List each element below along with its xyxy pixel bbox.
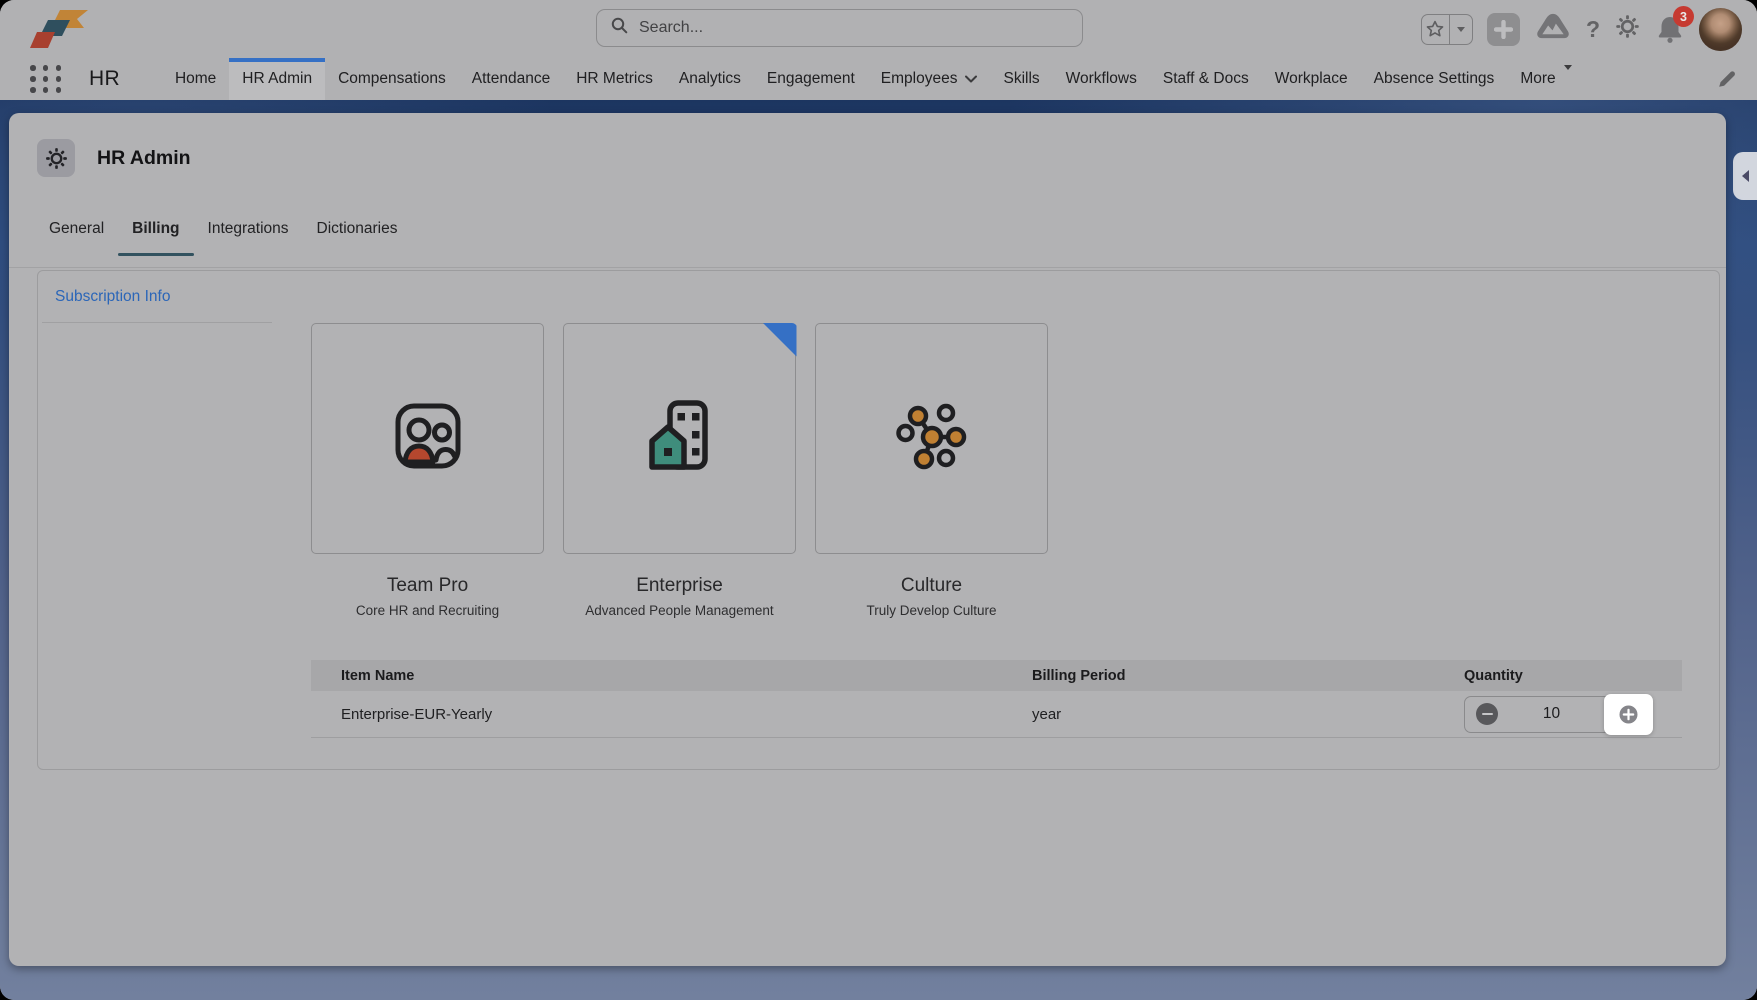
help-icon[interactable]: ? xyxy=(1586,18,1600,41)
plan-name: Team Pro xyxy=(387,575,468,597)
nav-tab-more[interactable]: More xyxy=(1507,58,1584,100)
subscription-items-table: Item Name Billing Period Quantity Enterp… xyxy=(311,660,1682,738)
tab-general[interactable]: General xyxy=(35,203,118,255)
quantity-cell: 10 xyxy=(1464,696,1682,733)
caret-down-icon xyxy=(1564,70,1572,88)
column-header-quantity: Quantity xyxy=(1464,668,1682,684)
setup-gear-icon[interactable] xyxy=(1614,13,1641,45)
trailhead-icon[interactable] xyxy=(1534,11,1572,47)
page-title: HR Admin xyxy=(97,147,191,170)
column-header-item-name: Item Name xyxy=(311,668,1032,684)
page-backdrop: HR Admin General Billing Integrations Di… xyxy=(0,100,1757,1000)
nav-tab-workplace[interactable]: Workplace xyxy=(1262,58,1361,100)
nav-tab-skills[interactable]: Skills xyxy=(990,58,1052,100)
search-input[interactable] xyxy=(637,18,1082,38)
item-name-cell: Enterprise-EUR-Yearly xyxy=(311,706,1032,723)
plan-description: Truly Develop Culture xyxy=(866,603,996,618)
quantity-increase-button[interactable] xyxy=(1604,694,1653,735)
notification-count-badge: 3 xyxy=(1673,6,1694,27)
app-launcher-icon[interactable] xyxy=(30,65,63,93)
hr-admin-panel: HR Admin General Billing Integrations Di… xyxy=(9,113,1726,966)
utility-icons: ? xyxy=(1421,0,1742,58)
search-icon xyxy=(611,17,628,39)
plan-card-culture[interactable] xyxy=(815,323,1048,554)
nav-tab-workflows[interactable]: Workflows xyxy=(1053,58,1150,100)
plan-card-enterprise[interactable] xyxy=(563,323,796,554)
settings-tabs: General Billing Integrations Dictionarie… xyxy=(9,203,1726,268)
plan-enterprise: Enterprise Advanced People Management xyxy=(563,323,796,618)
plan-culture: Culture Truly Develop Culture xyxy=(815,323,1048,618)
nav-tab-absence-settings[interactable]: Absence Settings xyxy=(1361,58,1508,100)
hr-admin-gear-icon xyxy=(37,139,75,177)
nav-tab-employees[interactable]: Employees xyxy=(868,58,991,100)
global-actions-plus-button[interactable] xyxy=(1487,13,1520,46)
quantity-decrease-button[interactable] xyxy=(1476,703,1498,725)
nav-tab-compensations[interactable]: Compensations xyxy=(325,58,459,100)
plan-description: Core HR and Recruiting xyxy=(356,603,499,618)
nav-tab-home[interactable]: Home xyxy=(162,58,229,100)
nav-tab-hr-admin[interactable]: HR Admin xyxy=(229,58,325,100)
column-header-billing-period: Billing Period xyxy=(1032,668,1464,684)
billing-subnav: Subscription Info xyxy=(42,271,272,323)
nav-tab-attendance[interactable]: Attendance xyxy=(459,58,563,100)
quantity-stepper: 10 xyxy=(1464,696,1652,733)
billing-period-cell: year xyxy=(1032,706,1464,723)
app-name: HR xyxy=(89,67,120,91)
subnav-subscription-info[interactable]: Subscription Info xyxy=(55,288,170,306)
panel-header: HR Admin xyxy=(37,139,191,177)
user-avatar[interactable] xyxy=(1699,8,1742,51)
global-search[interactable] xyxy=(596,9,1083,47)
nav-tab-engagement[interactable]: Engagement xyxy=(754,58,868,100)
favorite-star-button[interactable] xyxy=(1422,15,1450,44)
app-navigation-bar: HR Home HR Admin Compensations Attendanc… xyxy=(0,58,1757,100)
tab-billing[interactable]: Billing xyxy=(118,203,193,255)
plan-cards: Team Pro Core HR and Recruiting xyxy=(311,323,1048,618)
plan-name: Culture xyxy=(901,575,962,597)
nav-tab-analytics[interactable]: Analytics xyxy=(666,58,754,100)
plan-card-team-pro[interactable] xyxy=(311,323,544,554)
utility-bar: ? xyxy=(0,0,1757,58)
plan-description: Advanced People Management xyxy=(585,603,773,618)
tab-dictionaries[interactable]: Dictionaries xyxy=(303,203,412,255)
table-header-row: Item Name Billing Period Quantity xyxy=(311,660,1682,691)
plan-name: Enterprise xyxy=(636,575,723,597)
edit-nav-pencil-icon[interactable] xyxy=(1717,58,1737,100)
company-logo-icon xyxy=(26,7,90,56)
notifications-bell-icon[interactable]: 3 xyxy=(1655,14,1685,44)
nav-tab-hr-metrics[interactable]: HR Metrics xyxy=(563,58,666,100)
culture-network-icon xyxy=(893,399,971,478)
team-people-icon xyxy=(392,400,464,477)
app-screen: ? xyxy=(0,0,1757,1000)
enterprise-building-icon xyxy=(643,396,717,481)
nav-tab-staff-docs[interactable]: Staff & Docs xyxy=(1150,58,1262,100)
table-row: Enterprise-EUR-Yearly year 10 xyxy=(311,691,1682,738)
favorites-group xyxy=(1421,14,1473,45)
plan-team-pro: Team Pro Core HR and Recruiting xyxy=(311,323,544,618)
chevron-down-icon xyxy=(965,70,977,88)
nav-tabs: Home HR Admin Compensations Attendance H… xyxy=(162,58,1585,100)
side-panel-handle[interactable] xyxy=(1733,152,1757,200)
favorites-menu-button[interactable] xyxy=(1450,15,1472,44)
billing-section: Subscription Info xyxy=(37,270,1720,770)
selected-plan-corner-badge xyxy=(763,323,797,357)
tab-integrations[interactable]: Integrations xyxy=(194,203,303,255)
